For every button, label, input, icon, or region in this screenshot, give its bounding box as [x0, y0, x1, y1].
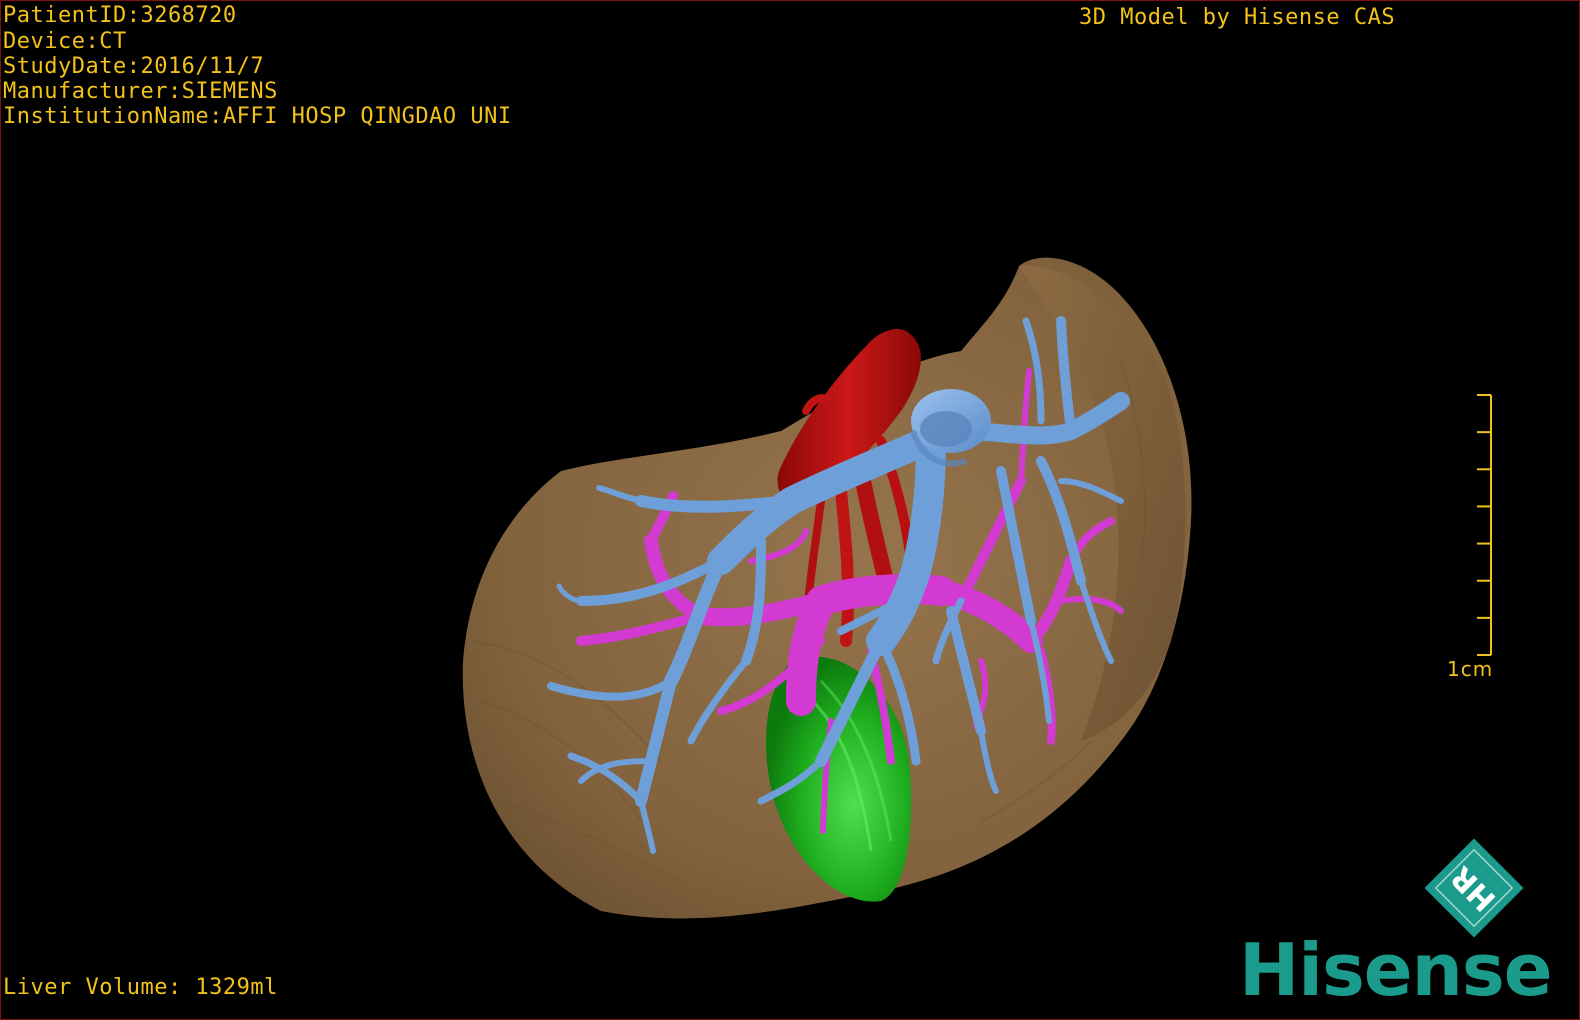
- liver-volume-text: Liver Volume: 1329ml: [3, 975, 278, 1000]
- device-text: Device:CT: [3, 29, 127, 54]
- institution-text: InstitutionName:AFFI HOSP QINGDAO UNI: [3, 104, 512, 129]
- manufacturer-text: Manufacturer:SIEMENS: [3, 79, 278, 104]
- brand-logo-text: Hisense: [1239, 928, 1553, 1012]
- scale-bar: [1477, 394, 1492, 656]
- hr-badge-logo: HR: [1424, 838, 1524, 938]
- study-date-text: StudyDate:2016/11/7: [3, 54, 265, 79]
- model-credit-text: 3D Model by Hisense CAS: [1079, 5, 1396, 30]
- 3d-viewport[interactable]: PatientID:3268720 Device:CT StudyDate:20…: [0, 0, 1580, 1020]
- liver-3d-model[interactable]: [1, 1, 1580, 1020]
- scale-bar-label: 1cm: [1447, 657, 1494, 681]
- patient-id-text: PatientID:3268720: [3, 3, 237, 28]
